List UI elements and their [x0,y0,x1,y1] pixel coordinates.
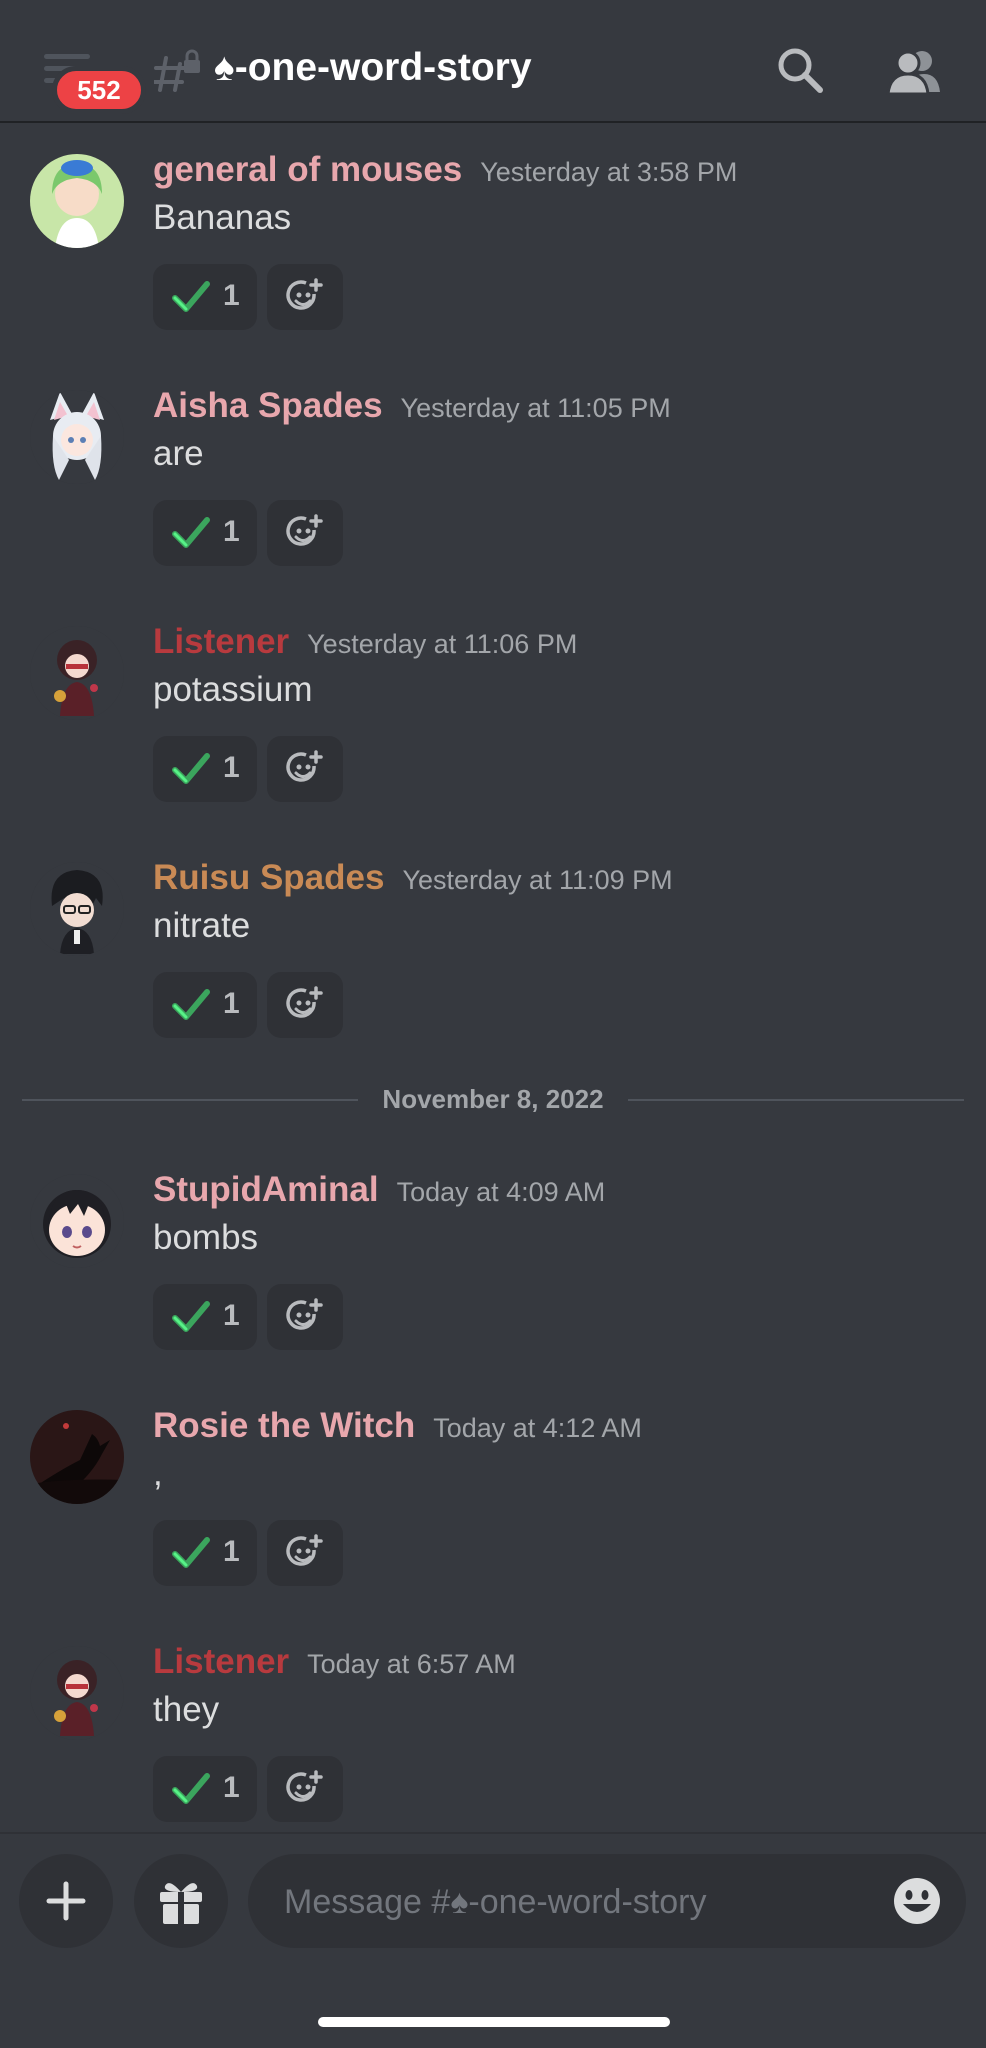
plus-icon [46,1881,86,1921]
check-mark-icon [172,989,210,1020]
gift-button[interactable] [134,1854,228,1948]
avatar[interactable] [30,1646,124,1740]
channel-title[interactable]: ♠-one-word-story [214,38,532,98]
message-text: bombs [153,1218,259,1257]
message-item[interactable]: Aisha Spades Yesterday at 11:05 PM are 1 [0,380,986,616]
add-reaction-button[interactable] [267,264,343,330]
check-mark-icon [172,753,210,784]
add-reaction-icon [286,1534,323,1566]
reaction-button[interactable]: 1 [153,264,257,330]
add-reaction-button[interactable] [267,1284,343,1350]
avatar[interactable] [30,390,124,484]
username[interactable]: StupidAminal [153,1170,379,1209]
add-reaction-button[interactable] [267,736,343,802]
message-input[interactable] [282,1854,866,1950]
add-reaction-button[interactable] [267,1520,343,1586]
add-reaction-icon [286,1770,323,1802]
add-reaction-icon [286,1298,323,1330]
reaction-button[interactable]: 1 [153,972,257,1038]
username[interactable]: Ruisu Spades [153,858,384,897]
message-text: , [153,1454,163,1493]
timestamp: Yesterday at 11:09 PM [402,865,673,895]
reaction-button[interactable]: 1 [153,1520,257,1586]
reaction-button[interactable]: 1 [153,1756,257,1822]
add-reaction-icon [286,278,323,310]
avatar[interactable] [30,862,124,956]
search-icon[interactable] [776,46,824,94]
check-mark-icon [172,1537,210,1568]
reaction-button[interactable]: 1 [153,1284,257,1350]
timestamp: Today at 4:12 AM [433,1413,642,1443]
emoji-icon[interactable] [892,1876,942,1926]
username[interactable]: Listener [153,1642,289,1681]
home-indicator[interactable] [318,2017,670,2027]
message-item[interactable]: StupidAminal Today at 4:09 AM bombs 1 [0,1164,986,1400]
timestamp: Today at 6:57 AM [307,1649,516,1679]
message-text: potassium [153,670,313,709]
reaction-count: 1 [223,279,240,312]
timestamp: Yesterday at 11:05 PM [400,393,671,423]
reaction-button[interactable]: 1 [153,736,257,802]
message-item[interactable]: Listener Yesterday at 11:06 PM potassium … [0,616,986,852]
message-text: nitrate [153,906,251,945]
date-divider: November 8, 2022 [0,1082,986,1116]
add-reaction-icon [286,986,323,1018]
avatar[interactable] [30,154,124,248]
channel-header: 552 ♠-one-word-story [0,0,986,123]
username[interactable]: Aisha Spades [153,386,383,425]
message-input-container[interactable] [248,1854,966,1950]
message-item[interactable]: general of mouses Yesterday at 3:58 PM Ba… [0,144,986,380]
check-mark-icon [172,1773,210,1804]
add-reaction-button[interactable] [267,972,343,1038]
reaction-button[interactable]: 1 [153,500,257,566]
add-reaction-button[interactable] [267,1756,343,1822]
message-item[interactable]: Ruisu Spades Yesterday at 11:09 PM nitrat… [0,852,986,1088]
username[interactable]: general of mouses [153,150,462,189]
gift-icon [160,1883,202,1924]
reaction-count: 1 [223,1299,240,1332]
timestamp: Yesterday at 11:06 PM [307,629,578,659]
locked-thread-icon [154,49,200,92]
check-mark-icon [172,281,210,312]
message-item[interactable]: Rosie the Witch Today at 4:12 AM , 1 [0,1400,986,1636]
add-reaction-icon [286,514,323,546]
add-reaction-icon [286,750,323,782]
avatar[interactable] [30,626,124,720]
avatar[interactable] [30,1410,124,1504]
timestamp: Today at 4:09 AM [396,1177,606,1207]
check-mark-icon [172,517,210,548]
avatar[interactable] [30,1174,124,1268]
message-text: Bananas [153,198,292,237]
username[interactable]: Rosie the Witch [153,1406,415,1445]
unread-badge: 552 [52,66,146,114]
reaction-count: 1 [223,515,240,548]
message-text: are [153,434,204,473]
reaction-count: 1 [223,987,240,1020]
add-reaction-button[interactable] [267,500,343,566]
check-mark-icon [172,1301,210,1332]
username[interactable]: Listener [153,622,289,661]
message-composer [0,1832,986,2048]
reaction-count: 1 [223,1535,240,1568]
timestamp: Yesterday at 3:58 PM [480,157,738,187]
reaction-count: 1 [223,751,240,784]
reaction-count: 1 [223,1771,240,1804]
divider-line-right [628,1099,964,1101]
app-root: 552 ♠-one-word-story general of mouses Y… [0,0,986,2048]
message-text: they [153,1690,220,1729]
add-attachment-button[interactable] [19,1854,113,1948]
members-icon[interactable] [886,48,940,96]
